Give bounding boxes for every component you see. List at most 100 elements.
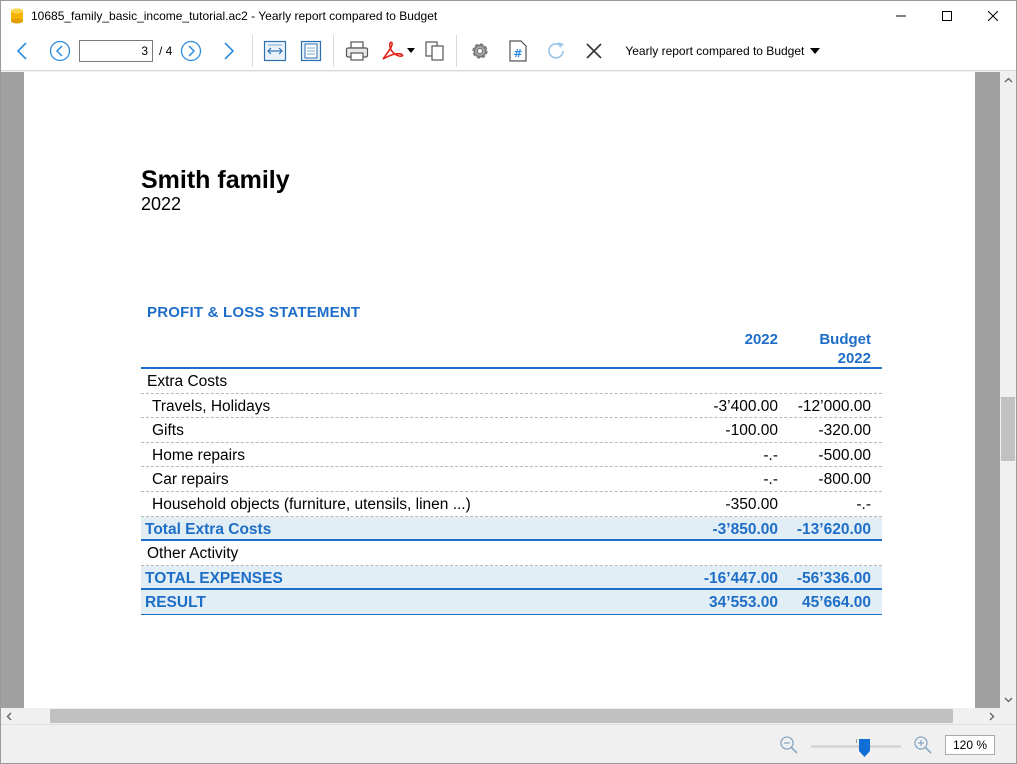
next-page-icon [181, 40, 202, 61]
zoom-in-icon [914, 736, 932, 754]
minimize-button[interactable] [878, 1, 924, 31]
row-label: Home repairs [152, 446, 246, 464]
vertical-scrollbar[interactable] [1000, 72, 1016, 708]
table-row: Gifts -100.00 -320.00 [141, 418, 882, 443]
refresh-icon [548, 41, 565, 59]
fit-page-button[interactable] [295, 35, 327, 67]
column-header-2022: 2022 [744, 331, 778, 348]
row-label: Household objects (furniture, utensils, … [152, 495, 471, 513]
zoom-level-field[interactable]: 120 % [945, 735, 995, 755]
profit-loss-table: 2022 Budget 2022 Extra Costs Travels, Hol… [141, 327, 882, 616]
chevron-down-icon [1004, 697, 1012, 703]
copy-button[interactable] [420, 35, 450, 67]
toolbar: / 4 # [1, 31, 1016, 71]
scroll-left-button[interactable] [1, 708, 17, 724]
zoom-out-button[interactable] [779, 735, 799, 760]
table-row: Household objects (furniture, utensils, … [141, 492, 882, 517]
row-value-budget: -12’000.00 [797, 397, 871, 415]
close-icon [988, 11, 998, 21]
zoom-out-icon [780, 736, 798, 754]
zoom-slider-track[interactable] [811, 745, 901, 748]
document-viewport[interactable]: Smith family 2022 PROFIT & LOSS STATEMEN… [1, 72, 1000, 708]
copy-icon [425, 40, 444, 61]
next-page-button[interactable] [178, 35, 204, 67]
row-label: TOTAL EXPENSES [145, 569, 283, 587]
print-button[interactable] [340, 35, 374, 67]
row-value-2022: -3’850.00 [712, 520, 779, 538]
scroll-down-button[interactable] [1000, 692, 1016, 708]
format-button[interactable]: # [501, 35, 535, 67]
status-bar: 120 % [1, 724, 1016, 763]
chevron-down-icon [810, 47, 821, 54]
row-value-2022: -100.00 [725, 422, 778, 440]
close-window-button[interactable] [970, 1, 1016, 31]
maximize-icon [942, 11, 952, 21]
row-value-budget: -800.00 [818, 471, 871, 489]
horizontal-scroll-thumb[interactable] [50, 709, 953, 723]
section-title: PROFIT & LOSS STATEMENT [147, 304, 361, 321]
chevron-up-icon [1004, 77, 1012, 83]
maximize-button[interactable] [924, 1, 970, 31]
row-label: Total Extra Costs [145, 520, 272, 538]
back-icon [16, 41, 27, 60]
table-total-row: Total Extra Costs -3’850.00 -13’620.00 [141, 516, 882, 542]
scroll-up-button[interactable] [1000, 72, 1016, 88]
back-button[interactable] [5, 35, 39, 67]
horizontal-scrollbar[interactable] [1, 708, 1000, 724]
report-page: Smith family 2022 PROFIT & LOSS STATEMEN… [24, 72, 975, 708]
pdf-export-button[interactable] [378, 35, 418, 67]
report-selector-dropdown[interactable]: Yearly report compared to Budget [625, 43, 821, 58]
table-row: Travels, Holidays -3’400.00 -12’000.00 [141, 394, 882, 419]
title-bar: 10685_family_basic_income_tutorial.ac2 -… [1, 1, 1016, 31]
chevron-left-icon [6, 712, 12, 720]
previous-page-button[interactable] [45, 35, 75, 67]
row-value-budget: -13’620.00 [796, 520, 871, 538]
row-label: RESULT [145, 594, 206, 612]
row-label: Extra Costs [147, 373, 228, 390]
row-label: Other Activity [147, 545, 239, 563]
table-row: Home repairs -.- -500.00 [141, 443, 882, 468]
table-total-row: RESULT 34’553.00 45’664.00 [141, 590, 882, 616]
zoom-slider-tick [856, 739, 857, 743]
row-label: Gifts [152, 422, 184, 440]
pdf-icon [382, 40, 416, 60]
row-value-2022: 34’553.00 [709, 594, 778, 612]
row-value-budget: -.- [856, 495, 871, 513]
svg-text:#: # [514, 47, 523, 60]
forward-button[interactable] [212, 35, 246, 67]
row-value-2022: -3’400.00 [713, 397, 778, 415]
row-value-budget: -500.00 [818, 446, 871, 464]
minimize-icon [896, 15, 906, 17]
scroll-right-button[interactable] [984, 708, 1000, 724]
table-row: Other Activity [141, 541, 882, 566]
app-icon [11, 8, 23, 24]
row-value-budget: -320.00 [818, 422, 871, 440]
row-value-2022: -.- [763, 471, 778, 489]
zoom-in-button[interactable] [913, 735, 933, 760]
fit-width-button[interactable] [259, 35, 291, 67]
settings-button[interactable] [463, 35, 497, 67]
toolbar-separator [456, 34, 458, 67]
report-title: Smith family [141, 166, 290, 194]
fit-width-icon [264, 40, 287, 61]
row-value-2022: -16’447.00 [703, 569, 778, 587]
row-value-2022: -350.00 [725, 495, 778, 513]
row-value-budget: -56’336.00 [796, 569, 871, 587]
window-title: 10685_family_basic_income_tutorial.ac2 -… [31, 9, 438, 23]
page-number-input[interactable] [79, 39, 153, 62]
vertical-scroll-thumb[interactable] [1001, 397, 1015, 461]
format-icon: # [509, 39, 527, 62]
close-report-icon [586, 42, 602, 59]
chevron-right-icon [989, 712, 995, 720]
page-total-label: / 4 [159, 43, 173, 58]
report-selector-label: Yearly report compared to Budget [625, 43, 805, 58]
table-header: 2022 Budget 2022 [141, 327, 882, 369]
row-label: Car repairs [152, 471, 229, 489]
fit-page-icon [301, 40, 322, 61]
table-row: Car repairs -.- -800.00 [141, 467, 882, 492]
close-report-button[interactable] [577, 35, 611, 67]
zoom-slider-thumb[interactable] [859, 739, 870, 757]
row-label: Travels, Holidays [152, 397, 271, 415]
previous-page-icon [49, 40, 71, 61]
refresh-button[interactable] [539, 35, 573, 67]
